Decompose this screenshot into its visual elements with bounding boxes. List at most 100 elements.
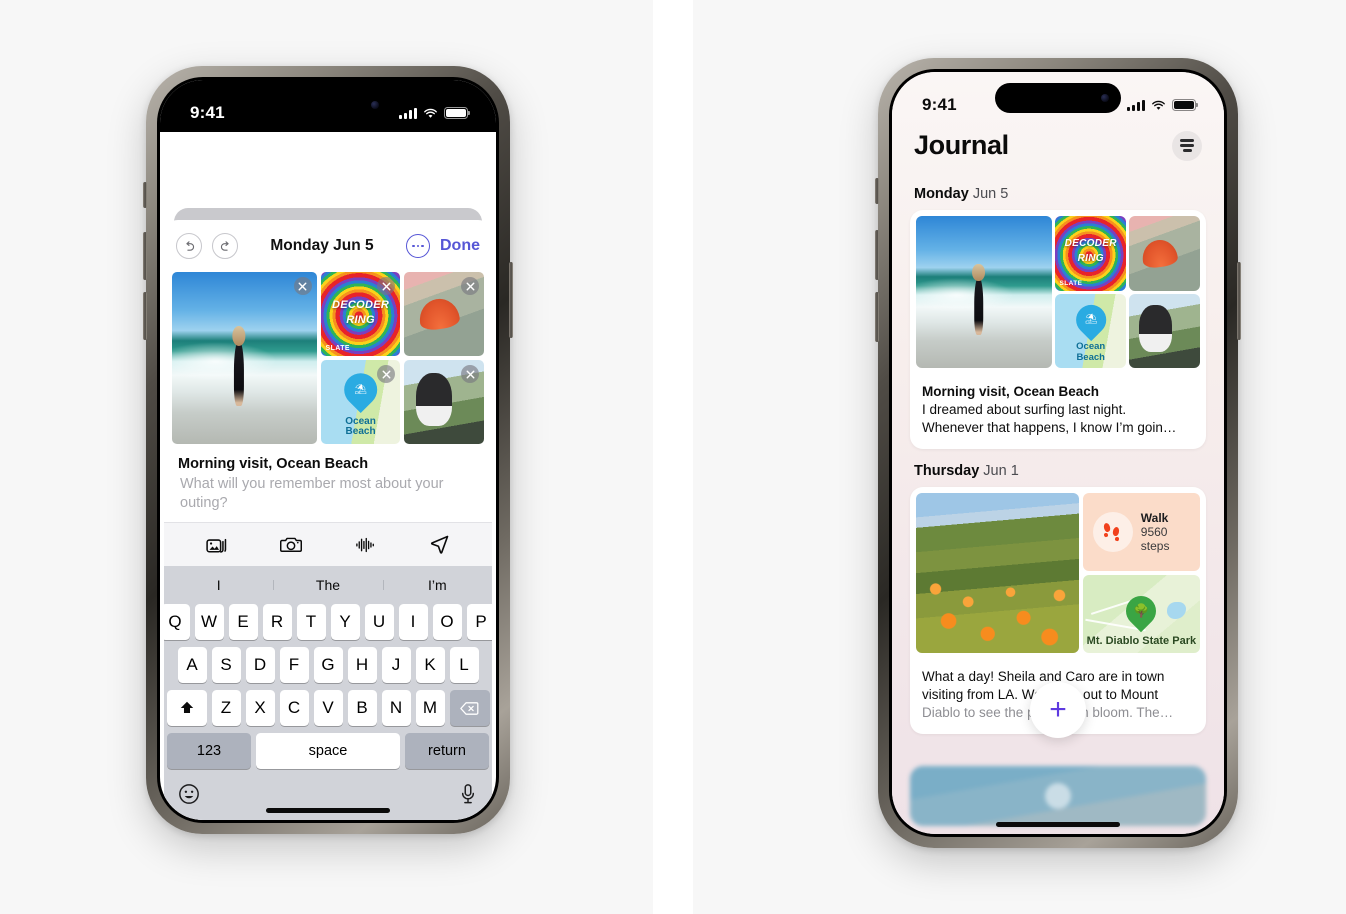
key-w[interactable]: W	[194, 604, 224, 640]
key-o[interactable]: O	[432, 604, 462, 640]
home-indicator[interactable]	[266, 808, 390, 813]
numbers-key[interactable]: 123	[167, 733, 251, 769]
key-r[interactable]: R	[262, 604, 292, 640]
redo-icon[interactable]	[212, 233, 238, 259]
ocean-beach-map[interactable]: ⛱ Ocean Beach	[1055, 293, 1127, 368]
key-s[interactable]: S	[211, 647, 241, 683]
key-e[interactable]: E	[228, 604, 258, 640]
decoder-ring-podcast[interactable]: DECODER RING SLATE	[1055, 216, 1127, 291]
prediction-0[interactable]: I	[164, 577, 273, 593]
key-d[interactable]: D	[245, 647, 275, 683]
editor-title: Monday Jun 5	[270, 237, 374, 254]
key-k[interactable]: K	[415, 647, 445, 683]
key-t[interactable]: T	[296, 604, 326, 640]
key-b[interactable]: B	[347, 690, 377, 726]
walk-title: Walk	[1140, 511, 1169, 526]
walk-text: Walk 9560 steps	[1141, 511, 1190, 553]
entry-date: Jun 1	[983, 463, 1019, 480]
volume-down-button[interactable]	[875, 292, 879, 342]
entry-date: Jun 5	[972, 186, 1009, 202]
cellular-bars-icon	[1127, 99, 1145, 111]
podcast-brand: SLATE	[1059, 279, 1083, 287]
key-u[interactable]: U	[364, 604, 394, 640]
journal-entry-card[interactable]: DECODER RING SLATE ⛱ Ocean Beach Morning…	[910, 210, 1206, 450]
key-v[interactable]: V	[313, 690, 343, 726]
done-button[interactable]: Done	[440, 237, 480, 255]
key-z[interactable]: Z	[211, 690, 241, 726]
power-button[interactable]	[509, 262, 513, 338]
seashell-photo[interactable]	[1129, 216, 1200, 291]
keyboard-row-4: 123 space return	[164, 733, 492, 776]
remove-icon[interactable]	[461, 277, 479, 295]
emoji-icon[interactable]	[178, 783, 200, 810]
entry-date-header: Monday Jun 5	[914, 186, 1206, 202]
entry-text-area[interactable]: Morning visit, Ocean Beach What will you…	[164, 444, 492, 522]
prediction-1[interactable]: The	[273, 577, 382, 593]
volume-up-button[interactable]	[875, 230, 879, 280]
status-indicators	[399, 107, 470, 119]
screenshot-root: 9:41 Monday Jun 5 Done DECODER RING SLAT…	[0, 0, 1346, 914]
key-a[interactable]: A	[177, 647, 207, 683]
return-key[interactable]: return	[405, 733, 489, 769]
camera-icon[interactable]	[279, 533, 303, 557]
remove-icon[interactable]	[377, 365, 396, 383]
volume-down-button[interactable]	[143, 292, 147, 340]
microphone-icon[interactable]	[458, 783, 478, 810]
prediction-2[interactable]: I’m	[382, 577, 492, 593]
remove-icon[interactable]	[461, 365, 479, 383]
seashell-photo[interactable]	[404, 272, 484, 356]
key-p[interactable]: P	[466, 604, 492, 640]
front-camera-icon	[371, 101, 379, 109]
key-y[interactable]: Y	[330, 604, 360, 640]
new-entry-button[interactable]: +	[1030, 682, 1086, 738]
ocean-beach-map[interactable]: ⛱ Ocean Beach	[320, 360, 401, 444]
beach-surfer-photo[interactable]	[916, 216, 1053, 368]
key-l[interactable]: L	[449, 647, 479, 683]
ellipsis-circle-icon[interactable]	[406, 234, 430, 258]
play-icon[interactable]	[1045, 783, 1071, 809]
entry-title: Morning visit, Ocean Beach	[178, 456, 369, 472]
mute-switch[interactable]	[875, 178, 879, 204]
status-time: 9:41	[190, 103, 225, 122]
backspace-icon[interactable]	[449, 690, 490, 726]
dog-in-car-photo[interactable]	[404, 360, 484, 444]
key-n[interactable]: N	[381, 690, 411, 726]
mute-switch[interactable]	[143, 182, 147, 208]
photos-icon[interactable]	[205, 533, 229, 557]
dog-in-car-photo[interactable]	[1129, 293, 1200, 368]
audio-waveform-icon[interactable]	[353, 533, 377, 557]
seashell-figure	[1140, 237, 1179, 269]
key-j[interactable]: J	[381, 647, 411, 683]
power-button[interactable]	[1237, 262, 1241, 340]
walk-workout-card[interactable]: Walk 9560 steps	[1082, 493, 1200, 572]
right-panel: 9:41 Journal Monday Jun 5 DECODER RING S…	[693, 0, 1346, 914]
remove-icon[interactable]	[293, 277, 312, 295]
shift-icon[interactable]	[166, 690, 207, 726]
key-m[interactable]: M	[415, 690, 445, 726]
filter-icon[interactable]	[1172, 130, 1202, 161]
decoder-ring-podcast[interactable]: DECODER RING SLATE	[320, 272, 401, 356]
key-i[interactable]: I	[398, 604, 428, 640]
key-g[interactable]: G	[313, 647, 343, 683]
volume-up-button[interactable]	[143, 232, 147, 280]
key-h[interactable]: H	[347, 647, 377, 683]
undo-icon[interactable]	[176, 233, 202, 259]
key-x[interactable]: X	[245, 690, 275, 726]
location-icon[interactable]	[427, 533, 451, 557]
remove-icon[interactable]	[377, 277, 396, 295]
park-map-card[interactable]: 🌳 Mt. Diablo State Park	[1082, 575, 1200, 654]
phone-bezel-right: 9:41 Journal Monday Jun 5 DECODER RING S…	[889, 69, 1227, 837]
home-indicator[interactable]	[996, 822, 1120, 827]
poppy-hills-photo[interactable]	[916, 493, 1079, 654]
beach-surfer-photo[interactable]	[172, 272, 317, 444]
key-f[interactable]: F	[279, 647, 309, 683]
space-key[interactable]: space	[256, 733, 400, 769]
entry-placeholder: What will you remember most about your o…	[180, 476, 444, 511]
key-c[interactable]: C	[279, 690, 309, 726]
attached-media-grid: DECODER RING SLATE ⛱ Ocean Beach	[164, 272, 492, 444]
key-q[interactable]: Q	[164, 604, 190, 640]
page-title: Journal	[914, 130, 1009, 160]
partial-video-card[interactable]	[910, 766, 1206, 826]
panel-divider	[653, 0, 693, 914]
entry-weekday: Monday	[914, 186, 969, 202]
